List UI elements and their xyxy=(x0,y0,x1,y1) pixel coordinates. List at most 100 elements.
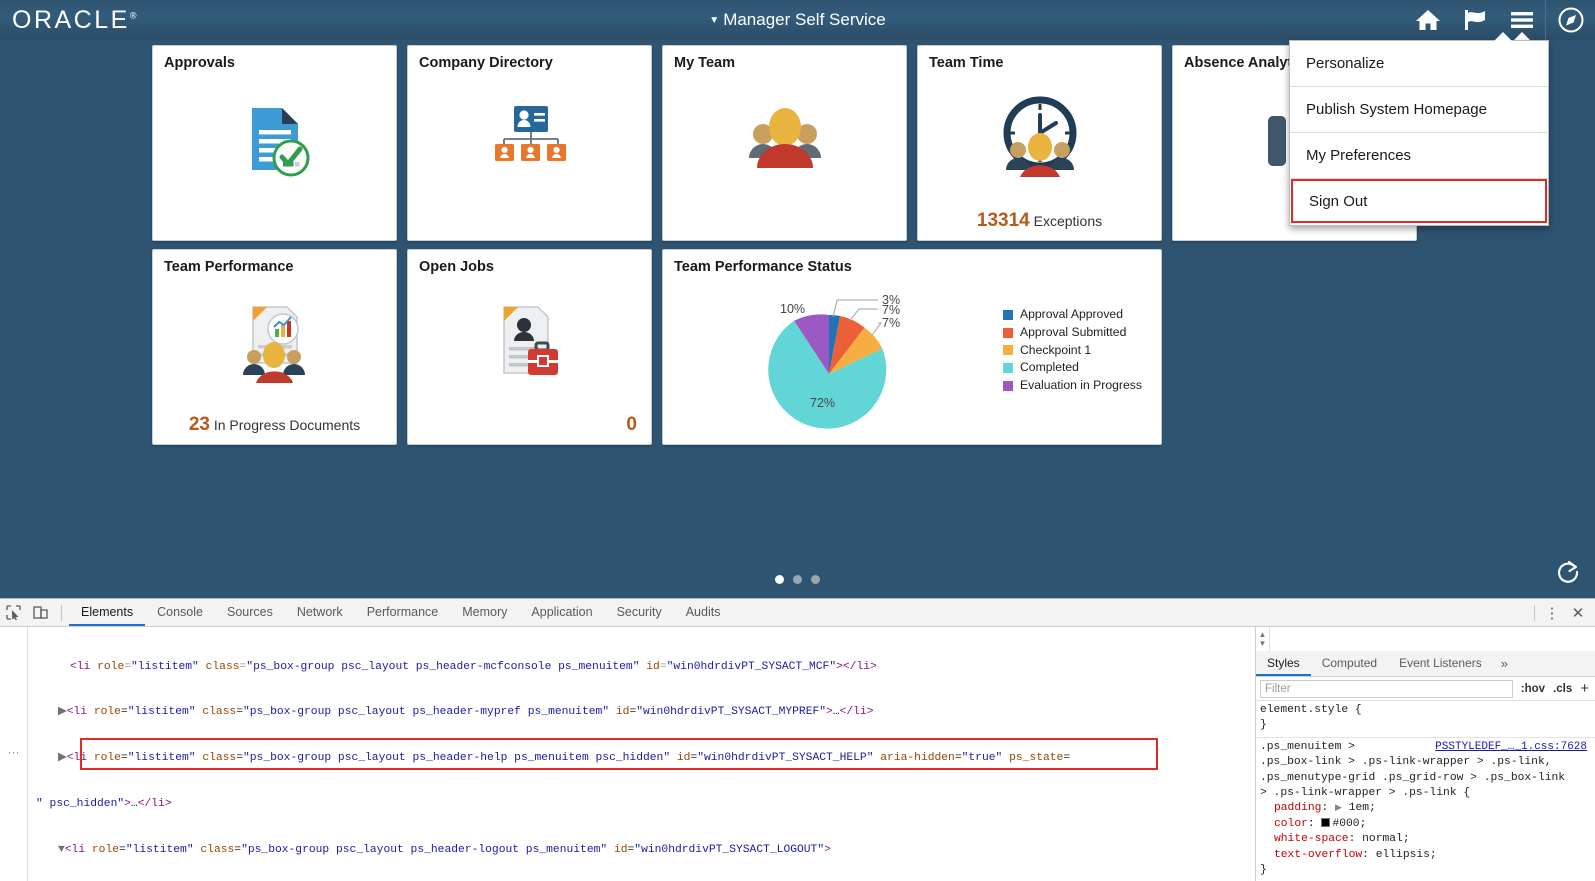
devtools-toolbar-right: ⋮ ✕ xyxy=(1530,600,1591,626)
legend-swatch xyxy=(1003,381,1013,392)
menu-item-label: Personalize xyxy=(1306,55,1385,72)
tile-open-jobs[interactable]: Open Jobs 0 xyxy=(407,249,652,445)
tile-company-directory[interactable]: Company Directory xyxy=(407,45,652,241)
refresh-icon[interactable] xyxy=(1555,559,1581,590)
tile-my-team[interactable]: My Team xyxy=(662,45,907,241)
dom-line[interactable]: ▶<li role="listitem" class="ps_box-group… xyxy=(28,705,1255,720)
rule-close-brace: } xyxy=(1260,864,1267,877)
pie-slice-label-4: 10% xyxy=(780,302,805,316)
devtools-tab-memory[interactable]: Memory xyxy=(450,599,519,626)
page-dot-1[interactable] xyxy=(775,575,784,584)
kebab-menu-icon[interactable]: ⋮ xyxy=(1539,600,1565,626)
open-jobs-briefcase-icon xyxy=(408,284,651,402)
tile-row-2: Team Performance 23 In Progress Document… xyxy=(152,249,1427,453)
devtools-tab-performance[interactable]: Performance xyxy=(355,599,451,626)
styles-tab-event-listeners[interactable]: Event Listeners xyxy=(1388,651,1493,676)
devtools-tab-application[interactable]: Application xyxy=(519,599,604,626)
styles-filter-bar: :hov .cls + xyxy=(1256,677,1595,701)
expand-triangle-icon[interactable]: ▶ xyxy=(1335,803,1342,813)
home-icon[interactable] xyxy=(1404,0,1451,40)
legend-label: Completed xyxy=(1020,360,1079,375)
styles-tab-styles[interactable]: Styles xyxy=(1256,651,1311,676)
devtools-tab-console[interactable]: Console xyxy=(145,599,215,626)
styles-tab-computed[interactable]: Computed xyxy=(1311,651,1388,676)
class-editor-toggle[interactable]: .cls xyxy=(1553,683,1572,695)
tile-footer: 13314 Exceptions xyxy=(918,210,1161,232)
declaration-color[interactable]: color: #000; xyxy=(1260,817,1595,832)
tile-metric-value: 23 xyxy=(188,414,210,435)
device-toolbar-icon[interactable] xyxy=(27,599,54,626)
inspect-element-icon[interactable] xyxy=(0,599,27,626)
dom-line[interactable]: ▶<li role="listitem" class="ps_box-group… xyxy=(28,751,1255,766)
new-style-rule-button[interactable]: + xyxy=(1580,680,1591,697)
menu-item-label: My Preferences xyxy=(1306,147,1412,164)
scroll-up-arrow[interactable]: ▲ xyxy=(1259,630,1267,639)
dom-line[interactable]: " psc_hidden">…</li> xyxy=(28,797,1255,812)
page-title-text: Manager Self Service xyxy=(723,10,886,29)
menu-item-my-preferences[interactable]: My Preferences xyxy=(1290,133,1548,179)
close-icon[interactable]: ✕ xyxy=(1565,600,1591,626)
menu-item-label: Publish System Homepage xyxy=(1306,101,1487,118)
pie-chart: 3% 7% 7% 10% 72% xyxy=(768,293,900,429)
declaration-white-space[interactable]: white-space: normal; xyxy=(1260,832,1595,847)
tile-approvals[interactable]: Approvals xyxy=(152,45,397,241)
devtools-tab-elements[interactable]: Elements xyxy=(69,599,145,626)
rule-selector-line: .ps_menutype-grid .ps_grid-row > .ps_box… xyxy=(1260,771,1566,784)
styles-rules-list[interactable]: element.style { } PSSTYLEDEF_…_1.css:762… xyxy=(1256,701,1595,881)
tile-team-time[interactable]: Team Time 13314 Exceptions xyxy=(917,45,1162,241)
ps-header: ORACLE® ▼ Manager Self Service xyxy=(0,0,1595,41)
page-title-caret-icon[interactable]: ▼ xyxy=(709,15,719,26)
tile-metric-value: 13314 xyxy=(976,210,1030,231)
styles-body: Styles Computed Event Listeners » :hov .… xyxy=(1256,651,1595,881)
styles-more-tabs-icon[interactable]: » xyxy=(1493,656,1516,671)
pie-slice-label-1: 7% xyxy=(882,303,900,317)
color-swatch-icon[interactable] xyxy=(1321,817,1331,827)
navbar-compass-icon[interactable] xyxy=(1545,0,1595,40)
application-root: ORACLE® ▼ Manager Self Service Approvals… xyxy=(0,0,1595,881)
declaration-value: 1em; xyxy=(1348,802,1376,815)
devtools-main: ··· <li role="listitem" class="ps_box-gr… xyxy=(0,627,1595,881)
tile-title: Team Time xyxy=(929,55,1004,71)
legend-item: Evaluation in Progress xyxy=(1003,377,1142,395)
rule-selector-line: .ps_box-link > .ps-link-wrapper > .ps-li… xyxy=(1260,756,1552,769)
styles-filter-input[interactable] xyxy=(1260,679,1513,698)
menu-item-sign-out[interactable]: Sign Out xyxy=(1291,179,1547,223)
tile-metric-label: In Progress Documents xyxy=(213,417,361,433)
dom-tree[interactable]: <li role="listitem" class="ps_box-group … xyxy=(28,627,1255,881)
tile-team-performance[interactable]: Team Performance 23 In Progress Document… xyxy=(152,249,397,445)
notification-flag-icon[interactable] xyxy=(1451,0,1498,40)
declaration-property: padding xyxy=(1274,802,1322,815)
dom-line[interactable]: <li role="listitem" class="ps_box-group … xyxy=(28,660,1255,675)
rule-selector-line: > .ps-link-wrapper > .ps-link { xyxy=(1260,787,1471,800)
page-indicator-dots xyxy=(0,575,1595,584)
hover-state-toggle[interactable]: :hov xyxy=(1521,683,1545,695)
declaration-property: color xyxy=(1274,817,1308,830)
tile-title: Team Performance xyxy=(164,259,294,275)
devtools-tab-network[interactable]: Network xyxy=(285,599,355,626)
devtools-tab-audits[interactable]: Audits xyxy=(674,599,733,626)
menu-item-publish-system-homepage[interactable]: Publish System Homepage xyxy=(1290,87,1548,133)
devtools-tab-sources[interactable]: Sources xyxy=(215,599,285,626)
team-time-clock-icon xyxy=(918,80,1161,198)
declaration-text-overflow[interactable]: text-overflow: ellipsis; xyxy=(1260,848,1595,863)
dom-breadcrumb-gutter: ··· xyxy=(0,627,28,881)
tile-team-performance-status[interactable]: Team Performance Status 3% 7% 7% 10% 72%… xyxy=(662,249,1162,445)
legend-item: Approval Submitted xyxy=(1003,324,1142,342)
tile-metric-label: Exceptions xyxy=(1033,213,1103,229)
approvals-document-check-icon xyxy=(153,80,396,198)
scroll-down-arrow[interactable]: ▼ xyxy=(1259,639,1267,648)
page-dot-2[interactable] xyxy=(793,575,802,584)
tile-row-1: Approvals Company Directory My Team Team… xyxy=(152,45,1427,249)
devtools-tab-security[interactable]: Security xyxy=(605,599,674,626)
toolbar-divider xyxy=(61,604,62,621)
declaration-padding[interactable]: padding: ▶ 1em; xyxy=(1260,801,1595,816)
styles-scrollbar[interactable]: ▲ ▼ xyxy=(1256,627,1270,651)
tile-footer: 23 In Progress Documents xyxy=(153,414,396,436)
page-dot-3[interactable] xyxy=(811,575,820,584)
menu-item-personalize[interactable]: Personalize xyxy=(1290,41,1548,87)
declaration-value: normal; xyxy=(1362,833,1410,846)
rule-source-link[interactable]: PSSTYLEDEF_…_1.css:7628 xyxy=(1435,740,1595,755)
style-rule-ps-link[interactable]: PSSTYLEDEF_…_1.css:7628 .ps_menuitem > .p… xyxy=(1256,738,1595,881)
dom-line[interactable]: ▼<li role="listitem" class="ps_box-group… xyxy=(28,843,1255,858)
style-rule-element-style[interactable]: element.style { } xyxy=(1256,701,1595,738)
